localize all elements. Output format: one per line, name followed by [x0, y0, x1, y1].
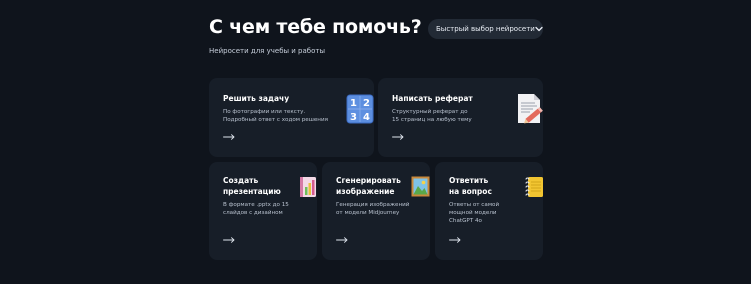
card-description: В формате .pptx до 15 слайдов с дизайном: [223, 201, 289, 217]
card-title-line: Создать: [223, 176, 259, 185]
card-description-line: от модели Midjourney: [336, 210, 400, 216]
card-description-line: ChatGPT 4o: [449, 218, 482, 224]
quick-model-picker-label: Быстрый выбор нейросети: [436, 25, 535, 33]
card-title-line: Решить задачу: [223, 94, 290, 103]
arrow-right-icon: [449, 237, 461, 243]
card-description: Генерация изображений от модели Midjourn…: [336, 201, 409, 217]
card-description-line: Структурный реферат до: [392, 109, 468, 115]
numbers-icon-digit: 2: [363, 98, 370, 109]
card-title-line: Ответить: [449, 176, 489, 185]
card-answer-question[interactable]: Ответить на вопрос Ответы от самой мощно…: [435, 162, 543, 260]
framed-picture-icon: [411, 176, 430, 201]
card-description-line: Ответы от самой: [449, 202, 500, 208]
card-description-line: В формате .pptx до 15: [223, 202, 289, 208]
card-description-line: Подробный ответ с ходом решения: [223, 117, 328, 123]
card-description-line: мощной модели: [449, 210, 497, 216]
card-solve-task[interactable]: Решить задачу По фотографии или тексту. …: [209, 78, 374, 157]
card-create-presentation[interactable]: Создать презентацию В формате .pptx до 1…: [209, 162, 317, 260]
numbers-icon-digit: 1: [350, 98, 357, 109]
presentation-notebook-icon: [298, 176, 317, 202]
card-title-line: на вопрос: [449, 187, 492, 196]
page-title: С чем тебе помочь?: [209, 16, 422, 38]
card-description: Структурный реферат до 15 страниц на люб…: [392, 108, 472, 124]
card-generate-image[interactable]: Сгенерировать изображение Генерация изоб…: [322, 162, 430, 260]
card-title: Написать реферат: [392, 93, 473, 104]
quick-model-picker[interactable]: Быстрый выбор нейросети: [428, 19, 543, 39]
card-description-line: 15 страниц на любую тему: [392, 117, 472, 123]
card-title-line: Сгенерировать: [336, 176, 401, 185]
arrow-right-icon: [392, 134, 404, 140]
card-title-line: презентацию: [223, 187, 281, 196]
card-description: По фотографии или тексту. Подробный отве…: [223, 108, 328, 124]
chevron-down-icon: [535, 26, 543, 32]
arrow-right-icon: [336, 237, 348, 243]
card-title: Ответить на вопрос: [449, 175, 492, 197]
numbers-icon-digit: 3: [350, 112, 357, 123]
card-title-line: изображение: [336, 187, 395, 196]
card-title: Создать презентацию: [223, 175, 281, 197]
numbers-icon: 1 2 3 4: [346, 94, 374, 128]
document-pencil-icon: [516, 93, 543, 129]
card-description: Ответы от самой мощной модели ChatGPT 4o: [449, 201, 499, 225]
numbers-icon-digit: 4: [363, 112, 370, 123]
arrow-right-icon: [223, 134, 235, 140]
card-write-essay[interactable]: Написать реферат Структурный реферат до …: [378, 78, 543, 157]
card-title: Сгенерировать изображение: [336, 175, 401, 197]
card-title-line: Написать реферат: [392, 94, 473, 103]
card-title: Решить задачу: [223, 93, 289, 104]
card-description-line: Генерация изображений: [336, 202, 410, 208]
card-description-line: По фотографии или тексту.: [223, 109, 306, 115]
card-description-line: слайдов с дизайном: [223, 210, 283, 216]
arrow-right-icon: [223, 237, 235, 243]
spiral-notepad-icon: [525, 176, 543, 202]
page-subtitle: Нейросети для учебы и работы: [209, 47, 325, 55]
